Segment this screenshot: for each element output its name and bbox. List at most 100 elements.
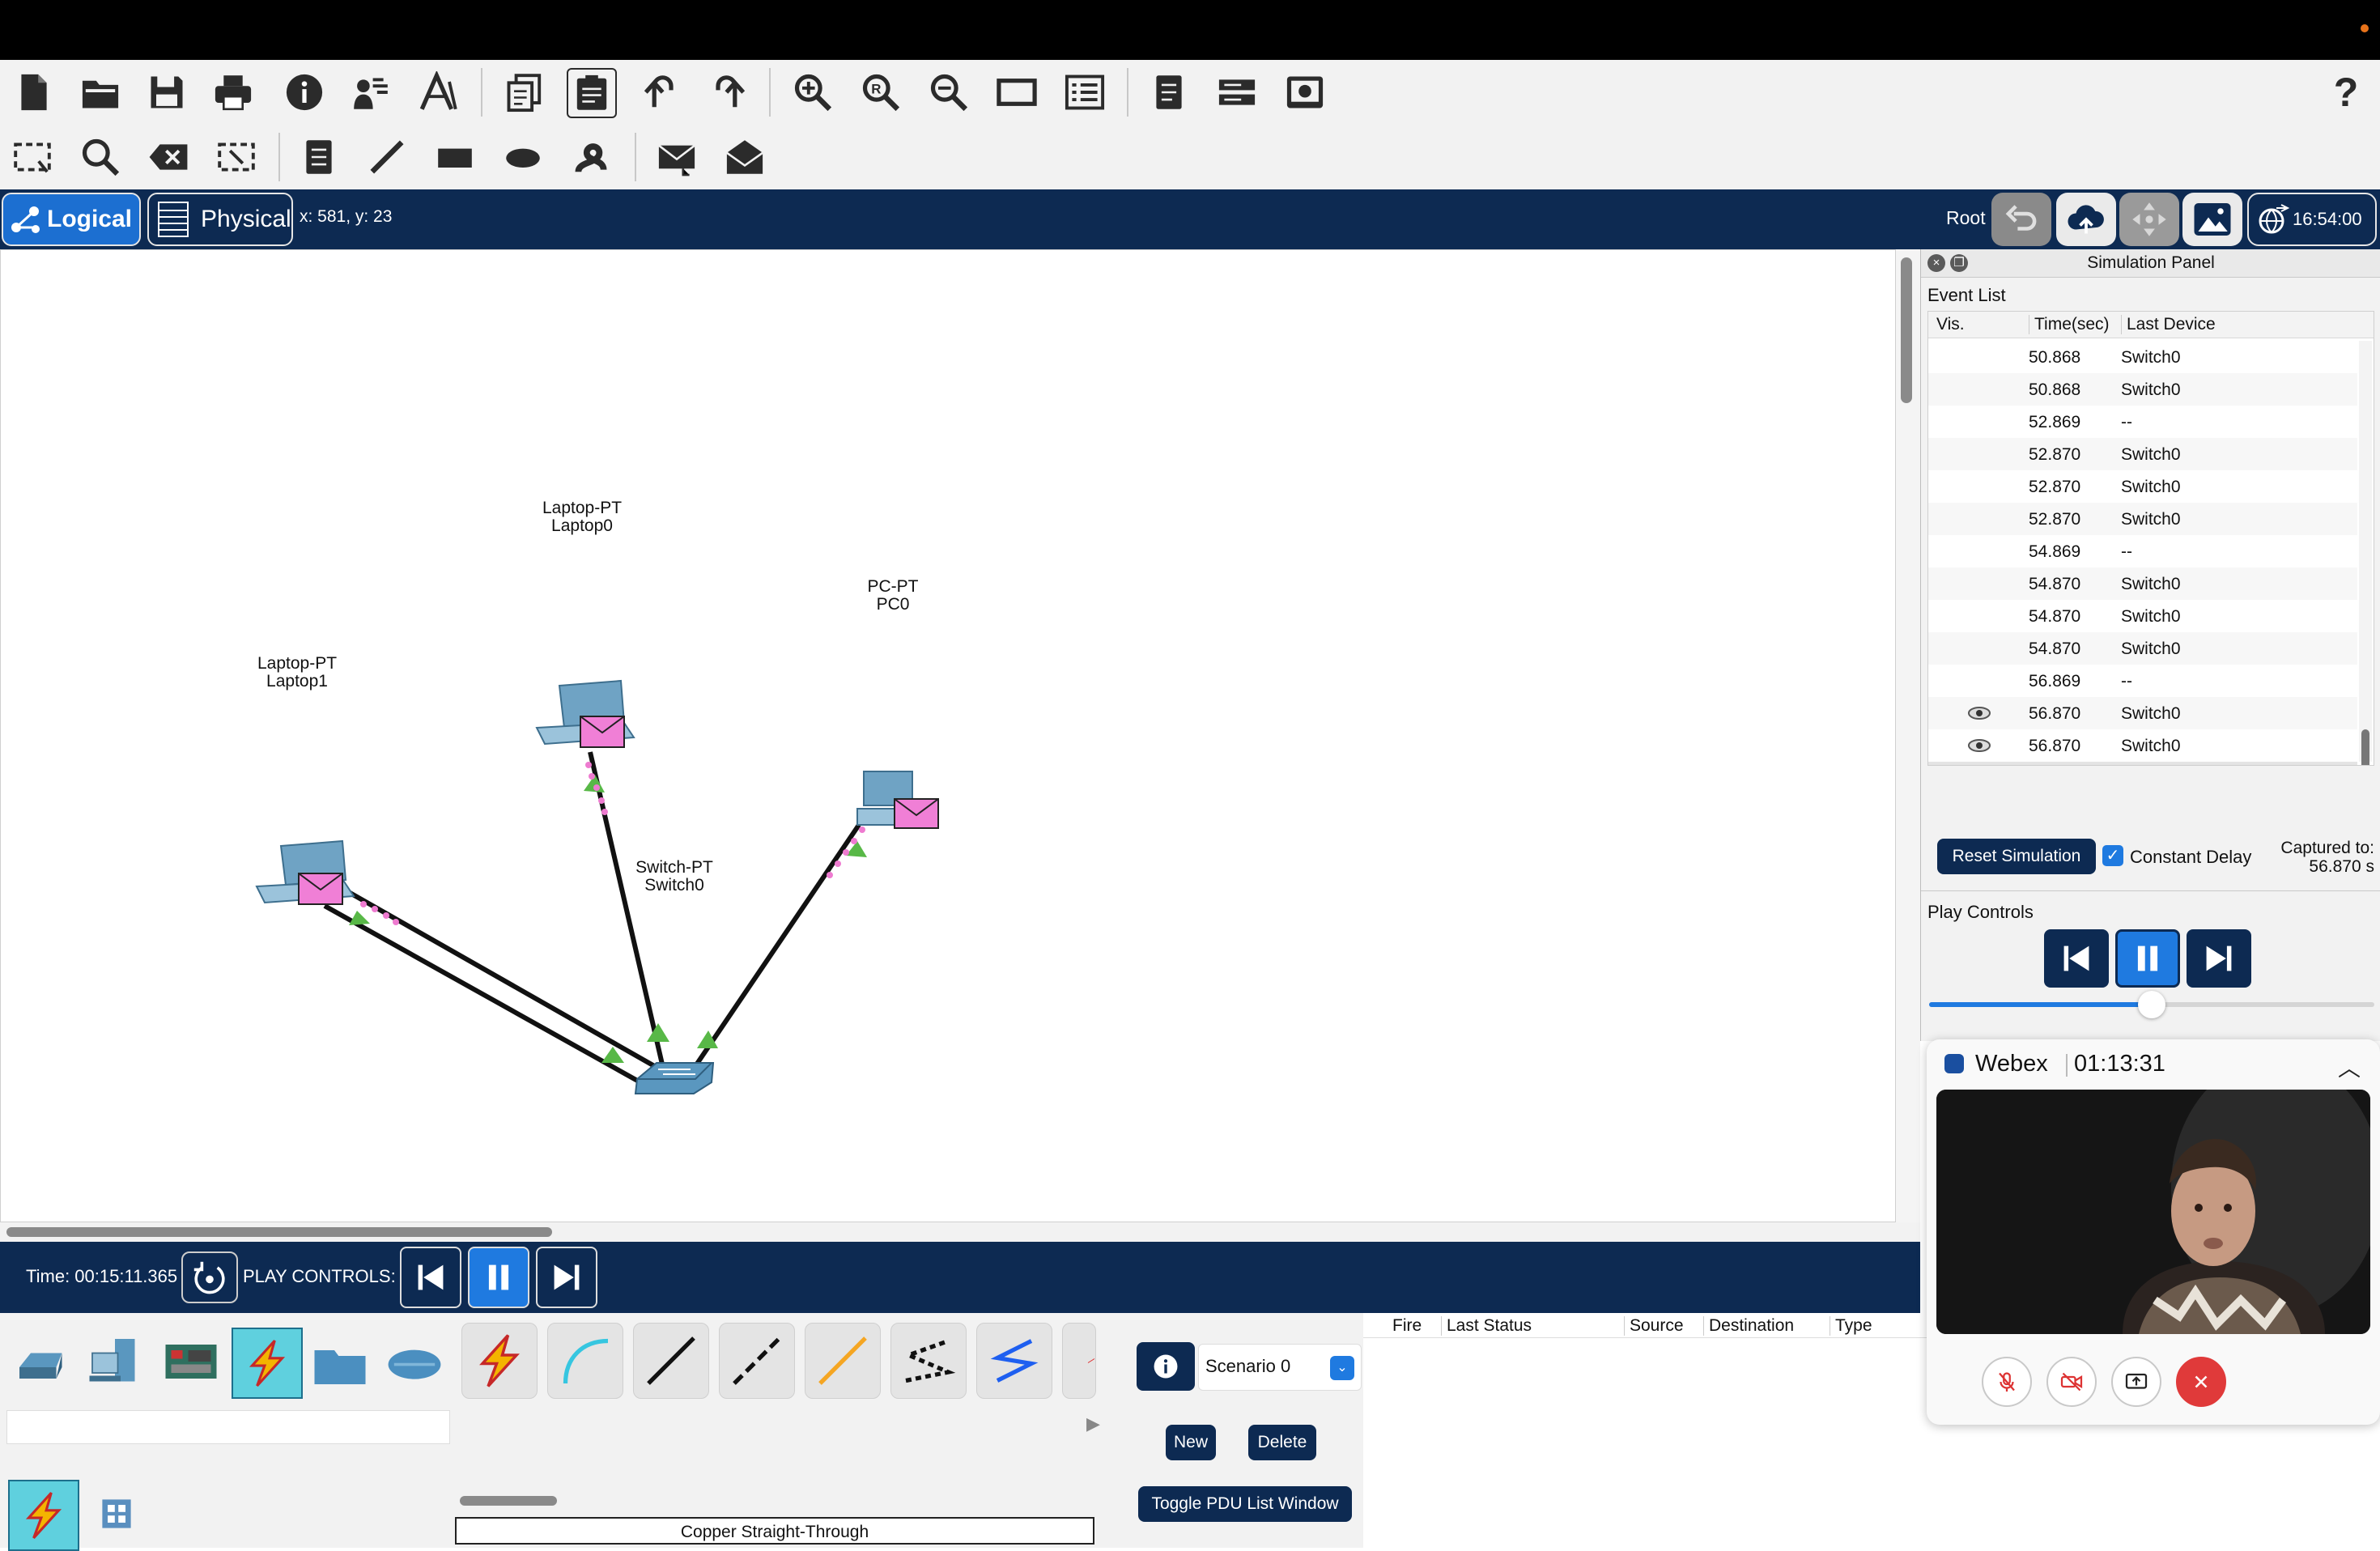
resize-shape-icon[interactable] bbox=[212, 133, 261, 181]
event-row[interactable]: 54.869 -- bbox=[1928, 535, 2357, 567]
mute-microphone-icon[interactable] bbox=[1982, 1357, 2032, 1407]
leave-meeting-icon[interactable] bbox=[2176, 1357, 2226, 1407]
physical-tab[interactable]: Physical bbox=[147, 193, 293, 246]
toggle-pdu-list-button[interactable]: Toggle PDU List Window bbox=[1138, 1486, 1352, 1522]
cable-tray-scrollbar[interactable] bbox=[460, 1496, 557, 1506]
delete-scenario-button[interactable]: Delete bbox=[1248, 1425, 1316, 1460]
step-back-icon[interactable] bbox=[2044, 929, 2109, 988]
logical-tab[interactable]: Logical bbox=[2, 193, 141, 246]
background-image-icon[interactable] bbox=[2182, 193, 2242, 246]
pdu-column-header[interactable]: Source bbox=[1624, 1316, 1684, 1336]
place-note-icon[interactable] bbox=[295, 133, 343, 181]
event-row[interactable]: 54.870 Switch0 bbox=[1928, 567, 2357, 600]
inspect-icon[interactable] bbox=[76, 133, 125, 181]
save-icon[interactable] bbox=[142, 68, 191, 117]
custom-device-icon[interactable] bbox=[414, 68, 463, 117]
zoom-reset-icon[interactable]: R bbox=[856, 68, 905, 117]
logical-workspace[interactable]: Laptop-PT Laptop0 PC-PT PC0 Laptop-PT Lapto… bbox=[0, 249, 1896, 1222]
visible-eye-icon[interactable] bbox=[1967, 705, 1991, 721]
bottom-step-back-icon[interactable] bbox=[400, 1247, 461, 1308]
move-object-icon[interactable] bbox=[2119, 193, 2179, 246]
copy-icon[interactable] bbox=[500, 68, 549, 117]
event-row[interactable]: 52.870 Switch0 bbox=[1928, 503, 2357, 535]
chevron-down-icon[interactable]: ⌄ bbox=[1330, 1356, 1354, 1380]
reset-simulation-button[interactable]: Reset Simulation bbox=[1937, 839, 2096, 874]
network-devices-icon[interactable] bbox=[8, 1328, 76, 1396]
zoom-in-icon[interactable] bbox=[788, 68, 837, 117]
activity-wizard-icon[interactable] bbox=[346, 68, 395, 117]
automatic-connection-icon[interactable] bbox=[461, 1323, 538, 1399]
undo-icon[interactable] bbox=[636, 68, 685, 117]
event-row[interactable]: 54.870 Switch0 bbox=[1928, 600, 2357, 632]
connections-icon[interactable] bbox=[232, 1328, 303, 1399]
custom-devices-dialog-icon[interactable] bbox=[1060, 68, 1109, 117]
event-row[interactable]: 50.868 Switch0 bbox=[1928, 341, 2357, 373]
miscellaneous-icon[interactable] bbox=[306, 1328, 374, 1396]
console-cable-icon[interactable] bbox=[547, 1323, 623, 1399]
delete-icon[interactable] bbox=[144, 133, 193, 181]
end-devices-icon[interactable] bbox=[81, 1328, 149, 1396]
help-icon[interactable]: ? bbox=[2322, 68, 2370, 117]
pdu-column-header[interactable]: Type bbox=[1830, 1316, 1872, 1336]
pause-icon[interactable] bbox=[2115, 929, 2180, 988]
network-info-icon[interactable] bbox=[1213, 68, 1261, 117]
open-folder-icon[interactable] bbox=[76, 68, 125, 117]
pdu-column-header[interactable]: Destination bbox=[1703, 1316, 1794, 1336]
event-list-table[interactable]: Vis. Time(sec) Last Device 50.868 Switch0… bbox=[1927, 311, 2374, 766]
cluster-cloud-icon[interactable] bbox=[2056, 193, 2116, 246]
fiber-cable-icon[interactable] bbox=[805, 1323, 881, 1399]
share-screen-icon[interactable] bbox=[2111, 1357, 2161, 1407]
copper-cross-over-icon[interactable] bbox=[719, 1323, 795, 1399]
ipc-icon[interactable] bbox=[1145, 68, 1193, 117]
event-row[interactable]: 56.870Switch0 bbox=[1928, 729, 2357, 762]
workspace-horizontal-scrollbar[interactable] bbox=[0, 1222, 1920, 1242]
info-icon[interactable] bbox=[280, 68, 329, 117]
event-list-vertical-scrollbar[interactable] bbox=[2359, 341, 2372, 765]
stop-video-icon[interactable] bbox=[2046, 1357, 2097, 1407]
serial-cable-icon[interactable] bbox=[1062, 1323, 1096, 1399]
scenario-select[interactable]: Scenario 0 ⌄ bbox=[1198, 1344, 1362, 1391]
play-speed-slider[interactable] bbox=[1929, 991, 2374, 1018]
col-time[interactable]: Time(sec) bbox=[2029, 315, 2110, 334]
draw-ellipse-icon[interactable] bbox=[499, 133, 547, 181]
back-icon[interactable] bbox=[1991, 193, 2051, 246]
drawing-palette-icon[interactable] bbox=[992, 68, 1041, 117]
freeform-icon[interactable] bbox=[567, 133, 615, 181]
scenario-info-icon[interactable] bbox=[1137, 1342, 1195, 1391]
pdu-column-header[interactable]: Last Status bbox=[1441, 1316, 1532, 1336]
close-icon[interactable]: × bbox=[1927, 254, 1945, 272]
constant-delay-checkbox[interactable]: ✓ bbox=[2102, 845, 2123, 866]
workspace-vertical-scrollbar[interactable] bbox=[1896, 249, 1920, 1222]
add-simple-pdu-icon[interactable] bbox=[652, 133, 701, 181]
copper-straight-through-icon[interactable] bbox=[633, 1323, 709, 1399]
undock-icon[interactable]: ❐ bbox=[1950, 254, 1968, 272]
screenshot-icon[interactable] bbox=[1281, 68, 1329, 117]
new-file-icon[interactable] bbox=[10, 68, 58, 117]
phone-cable-icon[interactable] bbox=[890, 1323, 967, 1399]
grid-view-icon[interactable] bbox=[83, 1480, 151, 1548]
pdu-column-header[interactable]: Fire bbox=[1392, 1316, 1422, 1336]
new-scenario-button[interactable]: New bbox=[1166, 1425, 1216, 1460]
redo-icon[interactable] bbox=[704, 68, 753, 117]
components-icon[interactable] bbox=[157, 1328, 225, 1396]
print-icon[interactable] bbox=[209, 68, 257, 117]
connections-subtype-icon[interactable] bbox=[8, 1480, 79, 1551]
device-search-bar[interactable] bbox=[6, 1410, 450, 1444]
draw-rectangle-icon[interactable] bbox=[431, 133, 479, 181]
event-row[interactable]: 52.870 Switch0 bbox=[1928, 470, 2357, 503]
slider-knob[interactable] bbox=[2138, 991, 2165, 1018]
draw-line-icon[interactable] bbox=[363, 133, 411, 181]
col-vis[interactable]: Vis. bbox=[1936, 315, 1965, 334]
bottom-pause-icon[interactable] bbox=[468, 1247, 529, 1308]
select-icon[interactable] bbox=[8, 133, 57, 181]
event-row[interactable]: 52.869 -- bbox=[1928, 406, 2357, 438]
event-row[interactable]: 56.870Switch0 bbox=[1928, 762, 2357, 765]
zoom-out-icon[interactable] bbox=[924, 68, 973, 117]
step-forward-icon[interactable] bbox=[2187, 929, 2251, 988]
col-last-device[interactable]: Last Device bbox=[2121, 315, 2216, 334]
event-row[interactable]: 56.869 -- bbox=[1928, 665, 2357, 697]
visible-eye-icon[interactable] bbox=[1967, 737, 1991, 754]
viewport-clock-button[interactable]: 16:54:00 bbox=[2247, 193, 2377, 246]
collapse-arrow-icon[interactable]: ▶ bbox=[1086, 1413, 1100, 1434]
paste-icon[interactable] bbox=[567, 68, 617, 118]
